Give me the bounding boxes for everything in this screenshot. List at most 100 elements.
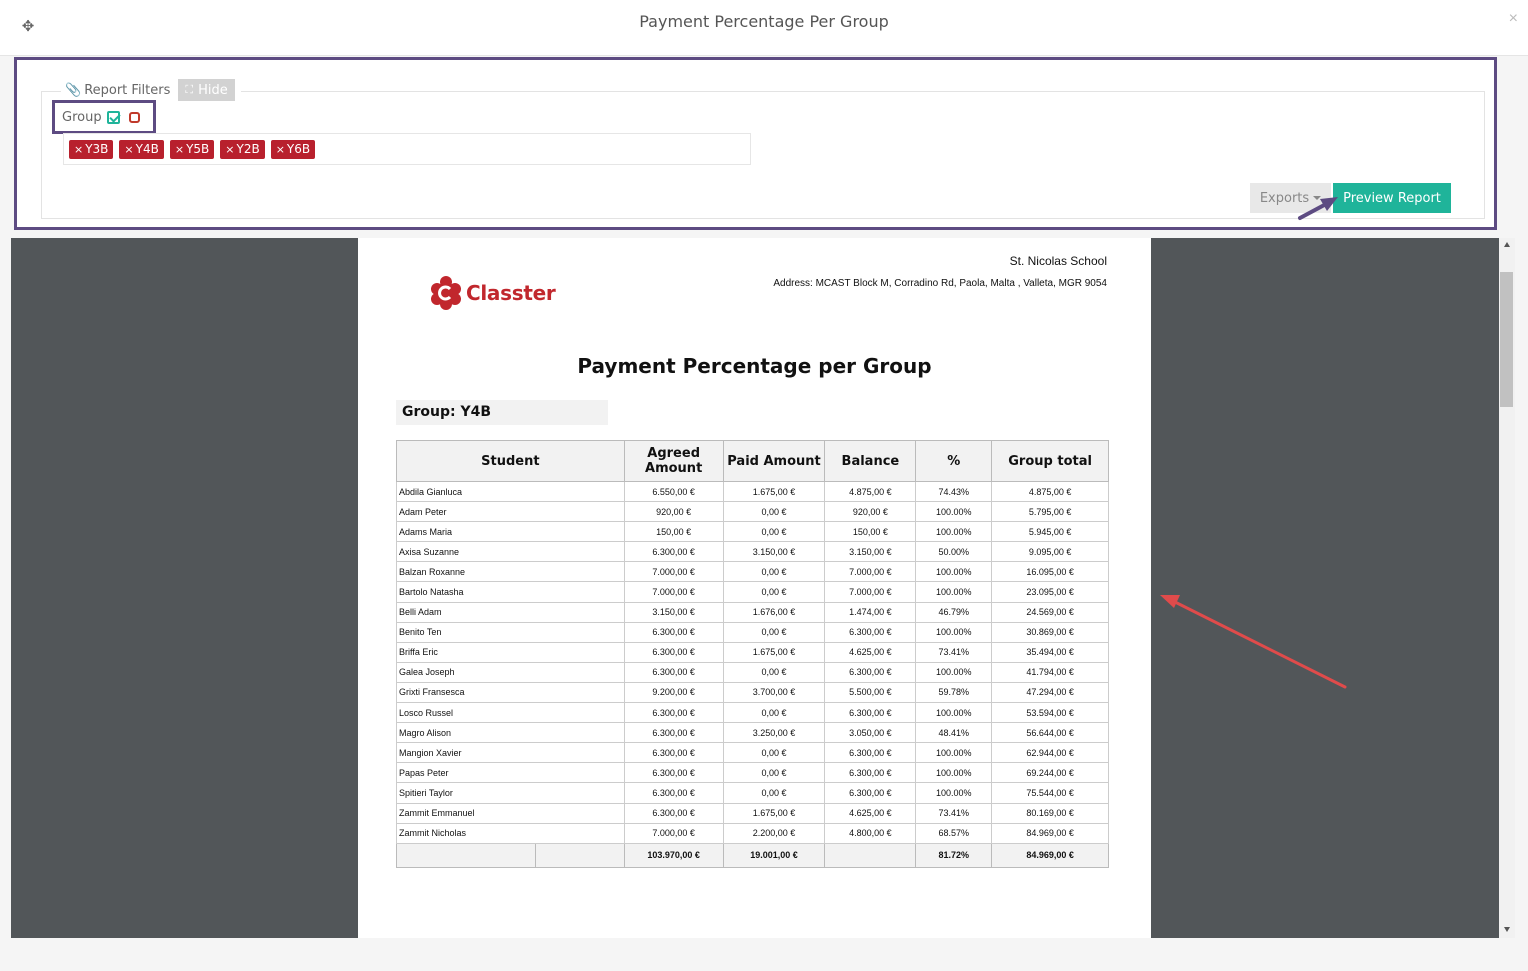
- school-name: St. Nicolas School: [1009, 254, 1107, 268]
- cell-paid: 3.150,00 €: [722, 541, 826, 563]
- cell-paid: 0,00 €: [722, 521, 826, 543]
- col-percent: %: [915, 440, 993, 482]
- cell-group-total: 5.945,00 €: [991, 521, 1109, 543]
- classter-logo: Classter: [430, 275, 556, 311]
- cell-agreed: 7.000,00 €: [623, 822, 724, 844]
- table-row: Briffa Eric 6.300,00 €1.675,00 €4.625,00 …: [396, 641, 1109, 663]
- cell-balance: 4.625,00 €: [824, 802, 917, 824]
- table-row: Spitieri Taylor 6.300,00 €0,00 €6.300,00 …: [396, 782, 1109, 804]
- cell-agreed: 920,00 €: [623, 501, 724, 523]
- cell-percent: 46.79%: [915, 601, 993, 623]
- hide-filters-button[interactable]: ⛶ Hide: [178, 79, 235, 101]
- cell-student: Grixti Fransesca: [396, 681, 625, 704]
- cell-paid: 1.675,00 €: [722, 480, 826, 503]
- school-address: Address: MCAST Block M, Corradino Rd, Pa…: [773, 278, 1107, 289]
- cell-agreed: 6.300,00 €: [623, 802, 724, 824]
- cell-paid: 1.675,00 €: [722, 802, 826, 824]
- viewer-scrollbar[interactable]: [1499, 238, 1515, 938]
- report-page: St. Nicolas School Address: MCAST Block …: [358, 238, 1151, 938]
- remove-tag-icon[interactable]: ×: [124, 143, 133, 156]
- cell-paid: 1.675,00 €: [722, 641, 826, 663]
- classter-logo-icon: [431, 276, 461, 310]
- cell-balance: 4.625,00 €: [824, 641, 917, 663]
- cell-balance: 1.474,00 €: [824, 601, 917, 623]
- cell-percent: 48.41%: [915, 722, 993, 744]
- cell-agreed: 6.300,00 €: [623, 742, 724, 764]
- cell-agreed: 6.300,00 €: [623, 762, 724, 784]
- exports-dropdown-button[interactable]: Exports: [1250, 183, 1331, 213]
- table-row: Adams Maria 150,00 €0,00 €150,00 €100.00%…: [396, 521, 1109, 543]
- group-filter-label-box: Group: [52, 100, 156, 134]
- cell-student: Zammit Nicholas: [396, 822, 625, 844]
- cell-balance: 150,00 €: [824, 521, 917, 543]
- cell-balance: 4.875,00 €: [824, 480, 917, 503]
- cell-group-total: 16.095,00 €: [991, 561, 1109, 583]
- cell-group-total: 30.869,00 €: [991, 621, 1109, 643]
- cell-balance: 6.300,00 €: [824, 762, 917, 784]
- cell-group-total: 23.095,00 €: [991, 581, 1109, 603]
- remove-tag-icon[interactable]: ×: [225, 143, 234, 156]
- cell-agreed: 6.550,00 €: [623, 480, 724, 503]
- cell-student: Papas Peter: [396, 762, 625, 784]
- total-percent: 81.72%: [915, 842, 993, 868]
- report-viewer[interactable]: St. Nicolas School Address: MCAST Block …: [11, 238, 1499, 938]
- report-filters-text: Report Filters: [84, 82, 171, 98]
- cell-student: Balzan Roxanne: [396, 561, 625, 583]
- table-row: Adam Peter 920,00 €0,00 €920,00 €100.00% 5…: [396, 501, 1109, 523]
- deselect-all-icon[interactable]: [128, 111, 140, 123]
- col-balance: Balance: [824, 440, 917, 482]
- cell-agreed: 7.000,00 €: [623, 561, 724, 583]
- cell-student: Spitieri Taylor: [396, 782, 625, 804]
- remove-tag-icon[interactable]: ×: [74, 143, 83, 156]
- cell-percent: 100.00%: [915, 621, 993, 643]
- cell-group-total: 4.875,00 €: [991, 480, 1109, 503]
- cell-paid: 3.700,00 €: [722, 681, 826, 704]
- cell-student: Zammit Emmanuel: [396, 802, 625, 824]
- group-tag-label: Y5B: [186, 142, 210, 156]
- cell-percent: 100.00%: [915, 762, 993, 784]
- totals-row: 103.970,00 € 19.001,00 € 81.72% 84.969,0…: [396, 842, 1109, 868]
- cell-percent: 100.00%: [915, 581, 993, 603]
- scroll-down-arrow-icon[interactable]: [1504, 927, 1510, 932]
- cell-agreed: 3.150,00 €: [623, 601, 724, 623]
- total-balance-empty: [824, 842, 917, 868]
- cell-agreed: 6.300,00 €: [623, 782, 724, 804]
- cell-agreed: 7.000,00 €: [623, 581, 724, 603]
- cell-student: Belli Adam: [396, 601, 625, 623]
- remove-tag-icon[interactable]: ×: [276, 143, 285, 156]
- cell-paid: 0,00 €: [722, 661, 826, 683]
- scroll-up-arrow-icon[interactable]: [1504, 242, 1510, 247]
- cell-group-total: 84.969,00 €: [991, 822, 1109, 844]
- cell-balance: 5.500,00 €: [824, 681, 917, 704]
- filters-legend: 📎 Report Filters ⛶ Hide: [61, 78, 241, 102]
- remove-tag-icon[interactable]: ×: [175, 143, 184, 156]
- group-multiselect-input[interactable]: × Y3B × Y4B × Y5B × Y2B × Y6B: [63, 133, 751, 165]
- expand-icon: ⛶: [185, 83, 194, 96]
- table-row: Axisa Suzanne 6.300,00 €3.150,00 €3.150,0…: [396, 541, 1109, 563]
- close-icon[interactable]: ×: [1509, 10, 1518, 28]
- cell-paid: 0,00 €: [722, 621, 826, 643]
- cell-group-total: 24.569,00 €: [991, 601, 1109, 623]
- cell-group-total: 75.544,00 €: [991, 782, 1109, 804]
- cell-paid: 0,00 €: [722, 742, 826, 764]
- total-agreed: 103.970,00 €: [623, 842, 724, 868]
- cell-balance: 6.300,00 €: [824, 782, 917, 804]
- group-tag-label: Y6B: [286, 142, 311, 156]
- caret-down-icon: [1313, 196, 1322, 200]
- preview-report-button[interactable]: Preview Report: [1333, 183, 1451, 213]
- select-all-icon[interactable]: [106, 110, 120, 124]
- cell-percent: 74.43%: [915, 480, 993, 503]
- cell-student: Bartolo Natasha: [396, 581, 625, 603]
- cell-paid: 1.676,00 €: [722, 601, 826, 623]
- table-row: Papas Peter 6.300,00 €0,00 €6.300,00 €100…: [396, 762, 1109, 784]
- group-tag-label: Y3B: [85, 142, 109, 156]
- hide-label: Hide: [198, 82, 228, 98]
- scroll-thumb[interactable]: [1500, 272, 1513, 407]
- cell-agreed: 6.300,00 €: [623, 722, 724, 744]
- table-row: Bartolo Natasha 7.000,00 €0,00 €7.000,00 …: [396, 581, 1109, 603]
- col-paid-amount: Paid Amount: [722, 440, 826, 482]
- logo-text: Classter: [466, 281, 556, 305]
- group-tag: × Y4B: [119, 139, 164, 159]
- table-row: Losco Russel 6.300,00 €0,00 €6.300,00 €10…: [396, 702, 1109, 724]
- table-row: Zammit Nicholas 7.000,00 €2.200,00 €4.800…: [396, 822, 1109, 844]
